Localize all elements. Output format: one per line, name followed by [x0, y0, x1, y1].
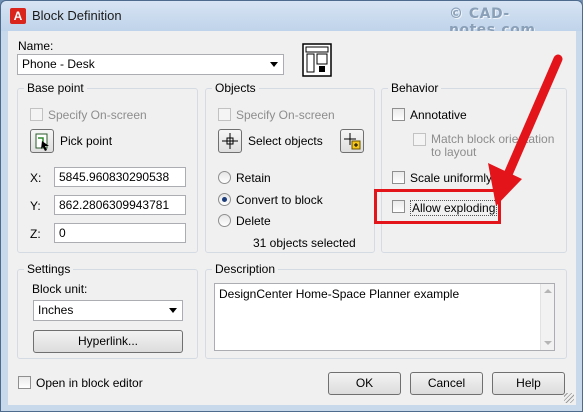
block-unit-label: Block unit: — [32, 282, 88, 296]
dialog-body: Name: Phone - Desk Base point Specify On… — [8, 31, 576, 405]
scroll-down-icon[interactable] — [544, 341, 552, 345]
annotative-label: Annotative — [410, 108, 467, 122]
settings-group: Settings Block unit: Inches Hyperlink... — [17, 262, 198, 359]
match-orientation-checkbox[interactable] — [413, 133, 426, 146]
open-in-block-editor-label: Open in block editor — [36, 376, 143, 390]
block-definition-dialog: A Block Definition © CAD-notes.com Name:… — [0, 0, 583, 412]
objects-specify-onscreen-label: Specify On-screen — [236, 108, 335, 122]
description-group: Description DesignCenter Home-Space Plan… — [205, 262, 567, 359]
description-text: DesignCenter Home-Space Planner example — [219, 287, 460, 301]
delete-label: Delete — [236, 214, 271, 228]
description-textarea[interactable]: DesignCenter Home-Space Planner example — [214, 283, 555, 351]
base-point-group: Base point Specify On-screen Pick point … — [17, 81, 198, 253]
resize-grip[interactable] — [564, 393, 574, 403]
dialog-title: Block Definition — [32, 8, 122, 23]
block-preview-icon — [302, 43, 332, 77]
x-label: X: — [30, 171, 42, 185]
hyperlink-button[interactable]: Hyperlink... — [33, 330, 183, 353]
name-value: Phone - Desk — [22, 57, 95, 71]
select-objects-button[interactable] — [218, 129, 242, 153]
objects-specify-onscreen-checkbox[interactable] — [218, 108, 231, 121]
name-combobox[interactable]: Phone - Desk — [17, 54, 284, 75]
y-coordinate-input[interactable]: 862.2806309943781 — [54, 195, 186, 215]
base-point-title: Base point — [24, 81, 87, 95]
description-scrollbar[interactable] — [540, 284, 554, 350]
objects-group: Objects Specify On-screen Select objects — [205, 81, 375, 253]
y-label: Y: — [30, 199, 41, 213]
open-in-block-editor-checkbox[interactable] — [18, 376, 31, 389]
x-coordinate-input[interactable]: 5845.960830290538 — [54, 167, 186, 187]
base-specify-onscreen-label: Specify On-screen — [48, 108, 147, 122]
settings-title: Settings — [24, 262, 74, 276]
block-unit-value: Inches — [38, 303, 74, 317]
base-specify-onscreen-checkbox[interactable] — [30, 108, 43, 121]
objects-selected-count: 31 objects selected — [253, 236, 356, 250]
pick-point-label: Pick point — [60, 134, 113, 148]
scroll-up-icon[interactable] — [544, 289, 552, 293]
chevron-down-icon[interactable] — [169, 308, 177, 313]
name-label: Name: — [18, 39, 54, 53]
convert-to-block-label: Convert to block — [236, 193, 323, 207]
retain-radio[interactable] — [218, 171, 231, 184]
objects-title: Objects — [212, 81, 259, 95]
pick-point-icon — [35, 133, 49, 151]
z-label: Z: — [30, 227, 41, 241]
chevron-down-icon[interactable] — [270, 62, 278, 67]
behavior-title: Behavior — [388, 81, 442, 95]
annotative-checkbox[interactable] — [392, 108, 405, 121]
annotation-arrow-icon — [478, 51, 568, 211]
crosshair-icon — [222, 133, 238, 149]
retain-label: Retain — [236, 171, 271, 185]
scale-uniformly-checkbox[interactable] — [392, 171, 405, 184]
quick-select-button[interactable] — [340, 129, 364, 153]
ok-button[interactable]: OK — [328, 372, 401, 395]
title-bar[interactable]: A Block Definition © CAD-notes.com — [1, 1, 582, 38]
z-coordinate-input[interactable]: 0 — [54, 223, 186, 243]
description-title: Description — [212, 262, 279, 276]
pick-point-button[interactable] — [30, 129, 54, 153]
select-objects-label: Select objects — [248, 134, 323, 148]
delete-radio[interactable] — [218, 214, 231, 227]
block-unit-select[interactable]: Inches — [33, 300, 183, 321]
autocad-logo-icon: A — [10, 8, 26, 24]
cancel-button[interactable]: Cancel — [410, 372, 483, 395]
quick-select-icon — [344, 133, 361, 150]
convert-to-block-radio[interactable] — [218, 193, 231, 206]
help-button[interactable]: Help — [492, 372, 565, 395]
